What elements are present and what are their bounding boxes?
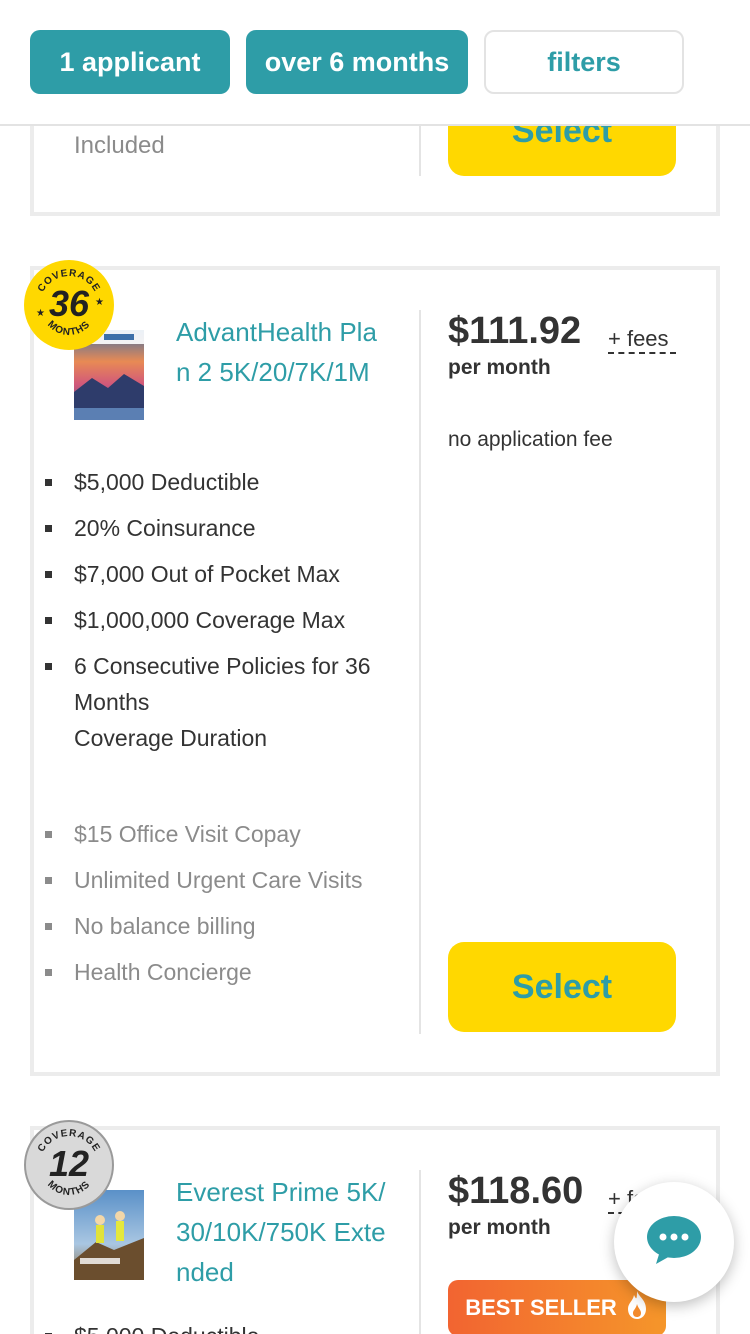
plan-price: $111.92	[448, 310, 582, 352]
card-divider	[419, 1170, 421, 1334]
application-fee-text: no application fee	[448, 428, 613, 451]
filter-bar: 1 applicant over 6 months filters	[0, 0, 750, 126]
best-seller-badge: BEST SELLER	[448, 1280, 666, 1334]
best-seller-label: BEST SELLER	[465, 1295, 617, 1320]
plan-card: AdvantHealth Plan 2 5K/20/7K/1M $5,000 D…	[30, 266, 720, 1076]
extra-item: No balance billing	[45, 908, 394, 944]
per-month-label: per month	[448, 356, 551, 379]
chat-button[interactable]	[614, 1182, 734, 1302]
filters-button[interactable]: filters	[484, 30, 684, 94]
plan-name-link[interactable]: AdvantHealth Plan 2 5K/20/7K/1M	[176, 312, 391, 392]
feature-item: $7,000 Out of Pocket Max	[45, 556, 394, 592]
svg-text:★: ★	[95, 297, 104, 308]
plan-extras-list: $15 Office Visit Copay Unlimited Urgent …	[45, 816, 394, 1000]
coverage-duration-text: Coverage Duration	[74, 725, 268, 751]
select-button[interactable]: Select	[448, 942, 676, 1032]
per-month-label: per month	[448, 1216, 551, 1239]
plan-name-link[interactable]: Everest Prime 5K/30/10K/750K Extended	[176, 1172, 391, 1292]
coverage-12-months-badge: COVERAGE MONTHS 12	[24, 1120, 114, 1210]
extra-item: Health Concierge	[45, 954, 394, 990]
extra-item: Unlimited Urgent Care Visits	[45, 862, 394, 898]
card-divider	[419, 310, 421, 1034]
feature-item: $5,000 Deductible	[45, 1318, 394, 1334]
svg-text:★: ★	[36, 308, 45, 319]
flame-icon	[625, 1290, 649, 1326]
feature-item: $5,000 Deductible	[45, 464, 394, 500]
feature-item: 6 Consecutive Policies for 36 Months	[45, 648, 394, 720]
included-text: Included	[74, 132, 165, 159]
coverage-36-months-badge: COVERAGE MONTHS 36 ★ ★	[24, 260, 114, 350]
plan-price: $118.60	[448, 1170, 584, 1212]
plan-features-list: $5,000 Deductible 20% Coinsurance $7,000…	[45, 464, 394, 720]
svg-text:36: 36	[49, 283, 90, 324]
plan-features-list: $5,000 Deductible	[45, 1318, 394, 1334]
chat-bubble-icon	[646, 1215, 702, 1270]
extra-item: $15 Office Visit Copay	[45, 816, 394, 852]
feature-item: $1,000,000 Coverage Max	[45, 602, 394, 638]
applicants-filter-button[interactable]: 1 applicant	[30, 30, 230, 94]
feature-item: 20% Coinsurance	[45, 510, 394, 546]
duration-filter-button[interactable]: over 6 months	[246, 30, 468, 94]
svg-text:12: 12	[49, 1143, 89, 1184]
fees-link[interactable]: + fees	[608, 326, 676, 354]
